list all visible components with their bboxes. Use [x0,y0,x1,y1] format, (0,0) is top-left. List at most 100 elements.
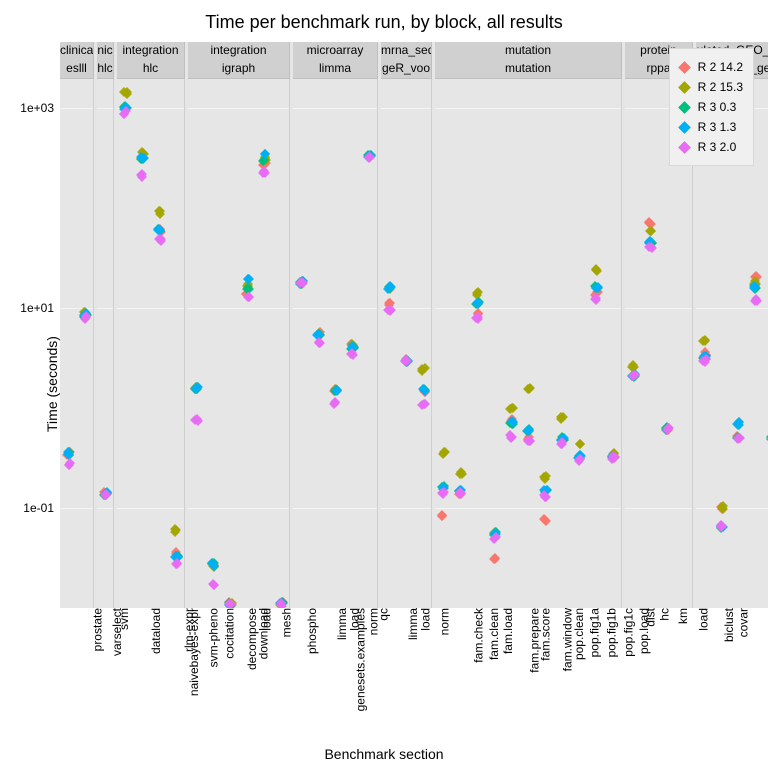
data-point [314,337,324,347]
facet-column: mutationmutationfam.checkfam.cleanfam.lo… [435,42,622,608]
x-tick-label: rlm-expr [182,608,196,652]
x-tick-label: prostate [90,608,104,651]
grid-line [381,108,431,109]
x-tick-label: pop.fig1a [587,608,601,657]
grid-line [97,308,113,309]
grid-line [435,308,621,309]
facet-column: integrationhlcdataloadnaivebayes-exprrlm… [117,42,185,608]
x-tick-label: svm [117,608,131,630]
facet-panel [435,78,622,608]
plot-area: clinicaleslllprostatevarselectnichlcsvmi… [60,42,758,608]
grid-line [435,108,621,109]
y-tick-label: 1e+01 [20,301,60,315]
facet-panel [293,78,378,608]
x-tick-label: biclust [722,608,736,642]
facet-panel [60,78,94,608]
chart-stage: Time per benchmark run, by block, all re… [0,0,768,768]
grid-line [60,108,93,109]
x-tick-label: qc [376,608,390,621]
y-tick-label: 1e-01 [23,501,60,515]
facet-column: nichlcsvm [97,42,114,608]
x-tick-label: norm [437,608,451,635]
facet-strip-bottom: geR_voo [381,60,432,79]
legend-label: R 3 0.3 [698,100,737,114]
x-tick-label: load [696,608,710,631]
facet-strip-top: mutation [435,42,622,61]
x-tick-label: fam.clean [487,608,501,660]
x-tick-label: load [259,608,273,631]
x-tick-label: load [347,608,361,631]
legend-item: R 3 0.3 [678,97,743,117]
legend-label: R 2 14.2 [698,60,743,74]
x-tick-label: dataload [149,608,163,654]
facet-panel [188,78,290,608]
facet-column: integrationigraphcocitationdecomposedown… [188,42,290,608]
facet-strip-bottom: igraph [188,60,290,79]
x-tick-label: hc [657,608,671,621]
legend: R 2 14.2 R 2 15.3 R 3 0.3 R 3 1.3 R 3 2.0 [669,48,754,166]
x-tick-label: load [418,608,432,631]
legend-swatch [678,61,691,74]
legend-label: R 3 2.0 [698,140,737,154]
y-tick-label: 1e+03 [20,101,60,115]
x-tick-label: covar [736,608,750,637]
grid-line [696,308,768,309]
grid-line [60,308,93,309]
grid-line [625,508,692,509]
legend-item: R 3 2.0 [678,137,743,157]
facet-strip-bottom: mutation [435,60,622,79]
facet-strip-bottom: hlc [117,60,185,79]
grid-line [60,508,93,509]
grid-line [625,308,692,309]
x-tick-label: cocitation [222,608,236,659]
y-axis-label: Time (seconds) [44,336,60,432]
grid-line [293,508,377,509]
grid-line [97,508,113,509]
facet-strip-top: integration [188,42,290,61]
facet-column: clinicaleslllprostatevarselect [60,42,94,608]
x-tick-label: dist [643,608,657,627]
legend-item: R 2 14.2 [678,57,743,77]
data-point [575,439,585,449]
legend-swatch [678,141,691,154]
data-point [210,580,220,590]
grid-line [117,508,184,509]
grid-line [435,508,621,509]
facet-columns: clinicaleslllprostatevarselectnichlcsvmi… [60,42,758,608]
facet-strip-bottom: eslll [60,60,94,79]
x-tick-label: fam.load [501,608,515,654]
grid-line [381,508,431,509]
facet-panel [117,78,185,608]
plot-title: Time per benchmark run, by block, all re… [0,12,768,33]
grid-line [293,108,377,109]
grid-line [696,508,768,509]
legend-label: R 2 15.3 [698,80,743,94]
legend-swatch [678,101,691,114]
facet-strip-top: nic [97,42,114,61]
facet-panel [381,78,432,608]
facet-strip-bottom: hlc [97,60,114,79]
legend-item: R 2 15.3 [678,77,743,97]
facet-strip-bottom: limma [293,60,378,79]
grid-line [188,108,289,109]
legend-swatch [678,81,691,94]
x-tick-label: fam.check [471,608,485,663]
facet-strip-top: clinical [60,42,94,61]
legend-swatch [678,121,691,134]
x-tick-label: pop.fig1c [621,608,635,657]
facet-panel [97,78,114,608]
legend-label: R 3 1.3 [698,120,737,134]
x-tick-label: pop.fig1b [604,608,618,657]
x-axis-label: Benchmark section [0,746,768,762]
facet-strip-top: microarray [293,42,378,61]
grid-line [188,308,289,309]
legend-item: R 3 1.3 [678,117,743,137]
grid-line [188,508,289,509]
grid-line [97,108,113,109]
x-tick-label: pop.clean [572,608,586,660]
x-tick-label: km [676,608,690,624]
facet-column: mrna_seqgeR_voolimmaloadnorm [381,42,432,608]
facet-strip-top: integration [117,42,185,61]
grid-line [293,308,377,309]
x-tick-label: phospho [305,608,319,654]
